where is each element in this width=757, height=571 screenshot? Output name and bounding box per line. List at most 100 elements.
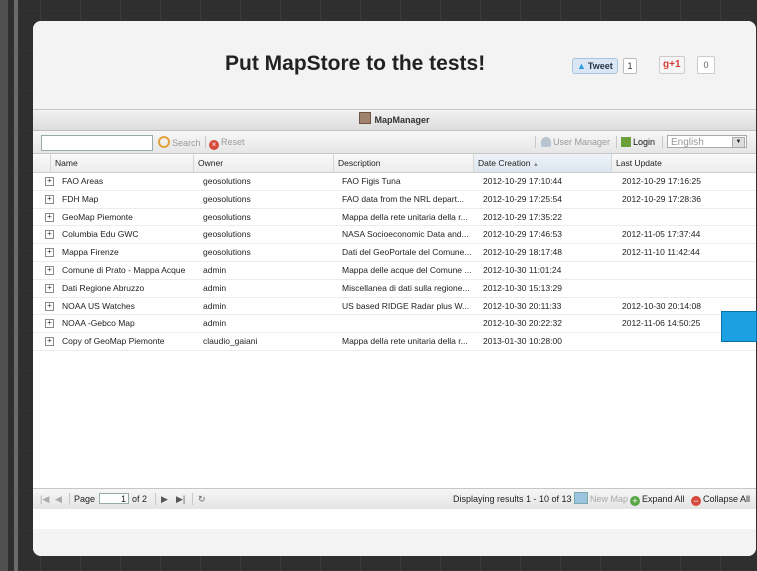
cell-updated: 2012-10-29 17:28:36 xyxy=(622,193,701,204)
expand-row-icon[interactable]: + xyxy=(45,194,54,204)
table-row[interactable]: + FDH Map geosolutions FAO data from the NR… xyxy=(33,191,756,209)
cell-created: 2013-01-30 10:28:00 xyxy=(483,336,562,347)
cell-owner: geosolutions xyxy=(203,247,251,258)
expand-row-icon[interactable]: + xyxy=(45,319,54,329)
cell-owner: geosolutions xyxy=(203,193,251,204)
expand-row-icon[interactable]: + xyxy=(45,212,54,222)
next-page-icon[interactable]: ▶ xyxy=(161,489,168,509)
page-number-input[interactable]: 1 xyxy=(99,493,129,504)
cell-owner: admin xyxy=(203,282,227,293)
pager-separator xyxy=(155,493,156,505)
cell-created: 2012-10-30 20:11:33 xyxy=(483,300,562,311)
sort-ascending-icon: ▲ xyxy=(532,162,539,168)
last-page-icon[interactable]: ▶| xyxy=(176,489,185,509)
page-label: Page xyxy=(74,494,96,504)
language-select[interactable]: English ▼ xyxy=(667,135,747,148)
collapse-all-button[interactable]: − Collapse All xyxy=(691,489,750,509)
toolbar-separator xyxy=(662,136,663,148)
cell-name: NOAA US Watches xyxy=(62,300,135,311)
table-row[interactable]: + Columbia Edu GWC geosolutions NASA Socioe… xyxy=(33,226,756,245)
table-row[interactable]: + Mappa Firenze geosolutions Dati del GeoPo… xyxy=(33,244,756,262)
map-manager-panel: MapManager Search × Reset User Manager Lo… xyxy=(33,109,756,530)
expand-row-icon[interactable]: + xyxy=(45,283,54,293)
collapse-all-label: Collapse All xyxy=(703,494,751,504)
login-icon xyxy=(621,137,631,147)
expand-row-icon[interactable]: + xyxy=(45,230,54,240)
expand-icon: + xyxy=(630,496,640,506)
gplus-count: 0 xyxy=(697,56,715,74)
cell-description: Miscellanea di dati sulla regione... xyxy=(342,282,470,293)
cell-description: Mappa della rete unitaria della r... xyxy=(342,211,468,222)
pager-separator xyxy=(69,493,70,505)
reset-button[interactable]: × Reset xyxy=(209,136,245,150)
user-manager-button[interactable]: User Manager xyxy=(541,136,610,148)
new-map-label: New Map xyxy=(590,494,629,504)
search-icon xyxy=(158,136,170,148)
column-header-name[interactable]: Name xyxy=(50,154,193,172)
cell-name: Dati Regione Abruzzo xyxy=(62,282,145,293)
tweet-label: Tweet xyxy=(587,61,613,71)
grid-header: Name Owner Description Date Creation ▲ L… xyxy=(33,154,756,173)
column-header-owner[interactable]: Owner xyxy=(193,154,333,172)
pager-separator xyxy=(192,493,193,505)
cell-description: US based RIDGE Radar plus W... xyxy=(342,300,470,311)
cell-description: FAO Figis Tuna xyxy=(342,176,401,186)
table-row[interactable]: + FAO Areas geosolutions FAO Figis Tuna 2012… xyxy=(33,173,756,191)
expand-row-icon[interactable]: + xyxy=(45,301,54,311)
displaying-results: Displaying results 1 - 10 of 13 xyxy=(453,494,572,504)
expand-all-button[interactable]: + Expand All xyxy=(630,489,685,509)
login-button[interactable]: Login xyxy=(621,136,655,148)
date-creation-label: Date Creation xyxy=(478,158,531,168)
table-row[interactable]: + Comune di Prato - Mappa Acque admin Mappa… xyxy=(33,262,756,280)
cell-owner: geosolutions xyxy=(203,229,251,240)
mapstore-modal: Put MapStore to the tests! ▲ Tweet 1 g+1 … xyxy=(33,21,756,556)
search-input[interactable] xyxy=(41,135,153,151)
gplus-button[interactable]: g+1 xyxy=(659,56,685,74)
cell-created: 2012-10-29 17:10:44 xyxy=(483,176,562,186)
user-icon xyxy=(541,137,551,147)
map-manager-icon xyxy=(359,112,372,124)
cell-created: 2012-10-29 17:46:53 xyxy=(483,229,562,240)
cell-created: 2012-10-29 18:17:48 xyxy=(483,247,562,258)
table-row[interactable]: + NOAA US Watches admin US based RIDGE Rada… xyxy=(33,298,756,316)
background-strip-2 xyxy=(14,0,18,571)
tweet-button[interactable]: ▲ Tweet xyxy=(572,58,618,74)
page-of-label: of 2 xyxy=(132,494,148,504)
new-map-button[interactable]: New Map xyxy=(574,489,628,509)
refresh-icon[interactable]: ↻ xyxy=(198,489,206,509)
expand-row-icon[interactable]: + xyxy=(45,265,54,275)
new-map-icon xyxy=(574,492,588,504)
expand-row-icon[interactable]: + xyxy=(45,177,54,186)
table-row[interactable]: + Copy of GeoMap Piemonte claudio_gaiani Ma… xyxy=(33,333,756,351)
cell-name: Comune di Prato - Mappa Acque xyxy=(62,264,186,275)
cell-name: NOAA -Gebco Map xyxy=(62,318,135,329)
search-button[interactable]: Search xyxy=(158,136,201,149)
previous-page-icon[interactable]: ◀ xyxy=(55,489,62,509)
column-header-last-update[interactable]: Last Update xyxy=(611,154,751,172)
column-header-date-creation[interactable]: Date Creation ▲ xyxy=(473,154,611,172)
table-row[interactable]: + GeoMap Piemonte geosolutions Mappa della … xyxy=(33,209,756,227)
expand-row-icon[interactable]: + xyxy=(45,337,54,347)
cell-updated: 2012-11-05 17:37:44 xyxy=(622,229,701,240)
expand-all-label: Expand All xyxy=(642,494,685,504)
cell-description: FAO data from the NRL depart... xyxy=(342,193,465,204)
language-value: English xyxy=(671,137,704,148)
chevron-down-icon: ▼ xyxy=(732,137,745,148)
table-row[interactable]: + NOAA -Gebco Map admin 2012-10-30 20:22:32… xyxy=(33,315,756,334)
tweet-count: 1 xyxy=(623,58,637,74)
cell-created: 2012-10-30 20:22:32 xyxy=(483,318,562,329)
table-row[interactable]: + Dati Regione Abruzzo admin Miscellanea di… xyxy=(33,280,756,298)
cell-updated xyxy=(622,262,747,278)
column-header-description[interactable]: Description xyxy=(333,154,473,172)
gplus-label: +1 xyxy=(669,59,681,70)
background-strip xyxy=(0,0,8,571)
cell-name: Mappa Firenze xyxy=(62,247,119,258)
cell-description: Mappa delle acque del Comune ... xyxy=(342,264,472,275)
cell-created: 2012-10-29 17:35:22 xyxy=(483,211,562,222)
expand-row-icon[interactable]: + xyxy=(45,248,54,258)
reset-label: Reset xyxy=(221,137,245,147)
first-page-icon[interactable]: |◀ xyxy=(40,489,49,509)
search-label: Search xyxy=(172,138,201,148)
cell-created: 2012-10-29 17:25:54 xyxy=(483,193,562,204)
twitter-bird-icon: ▲ xyxy=(577,61,586,71)
